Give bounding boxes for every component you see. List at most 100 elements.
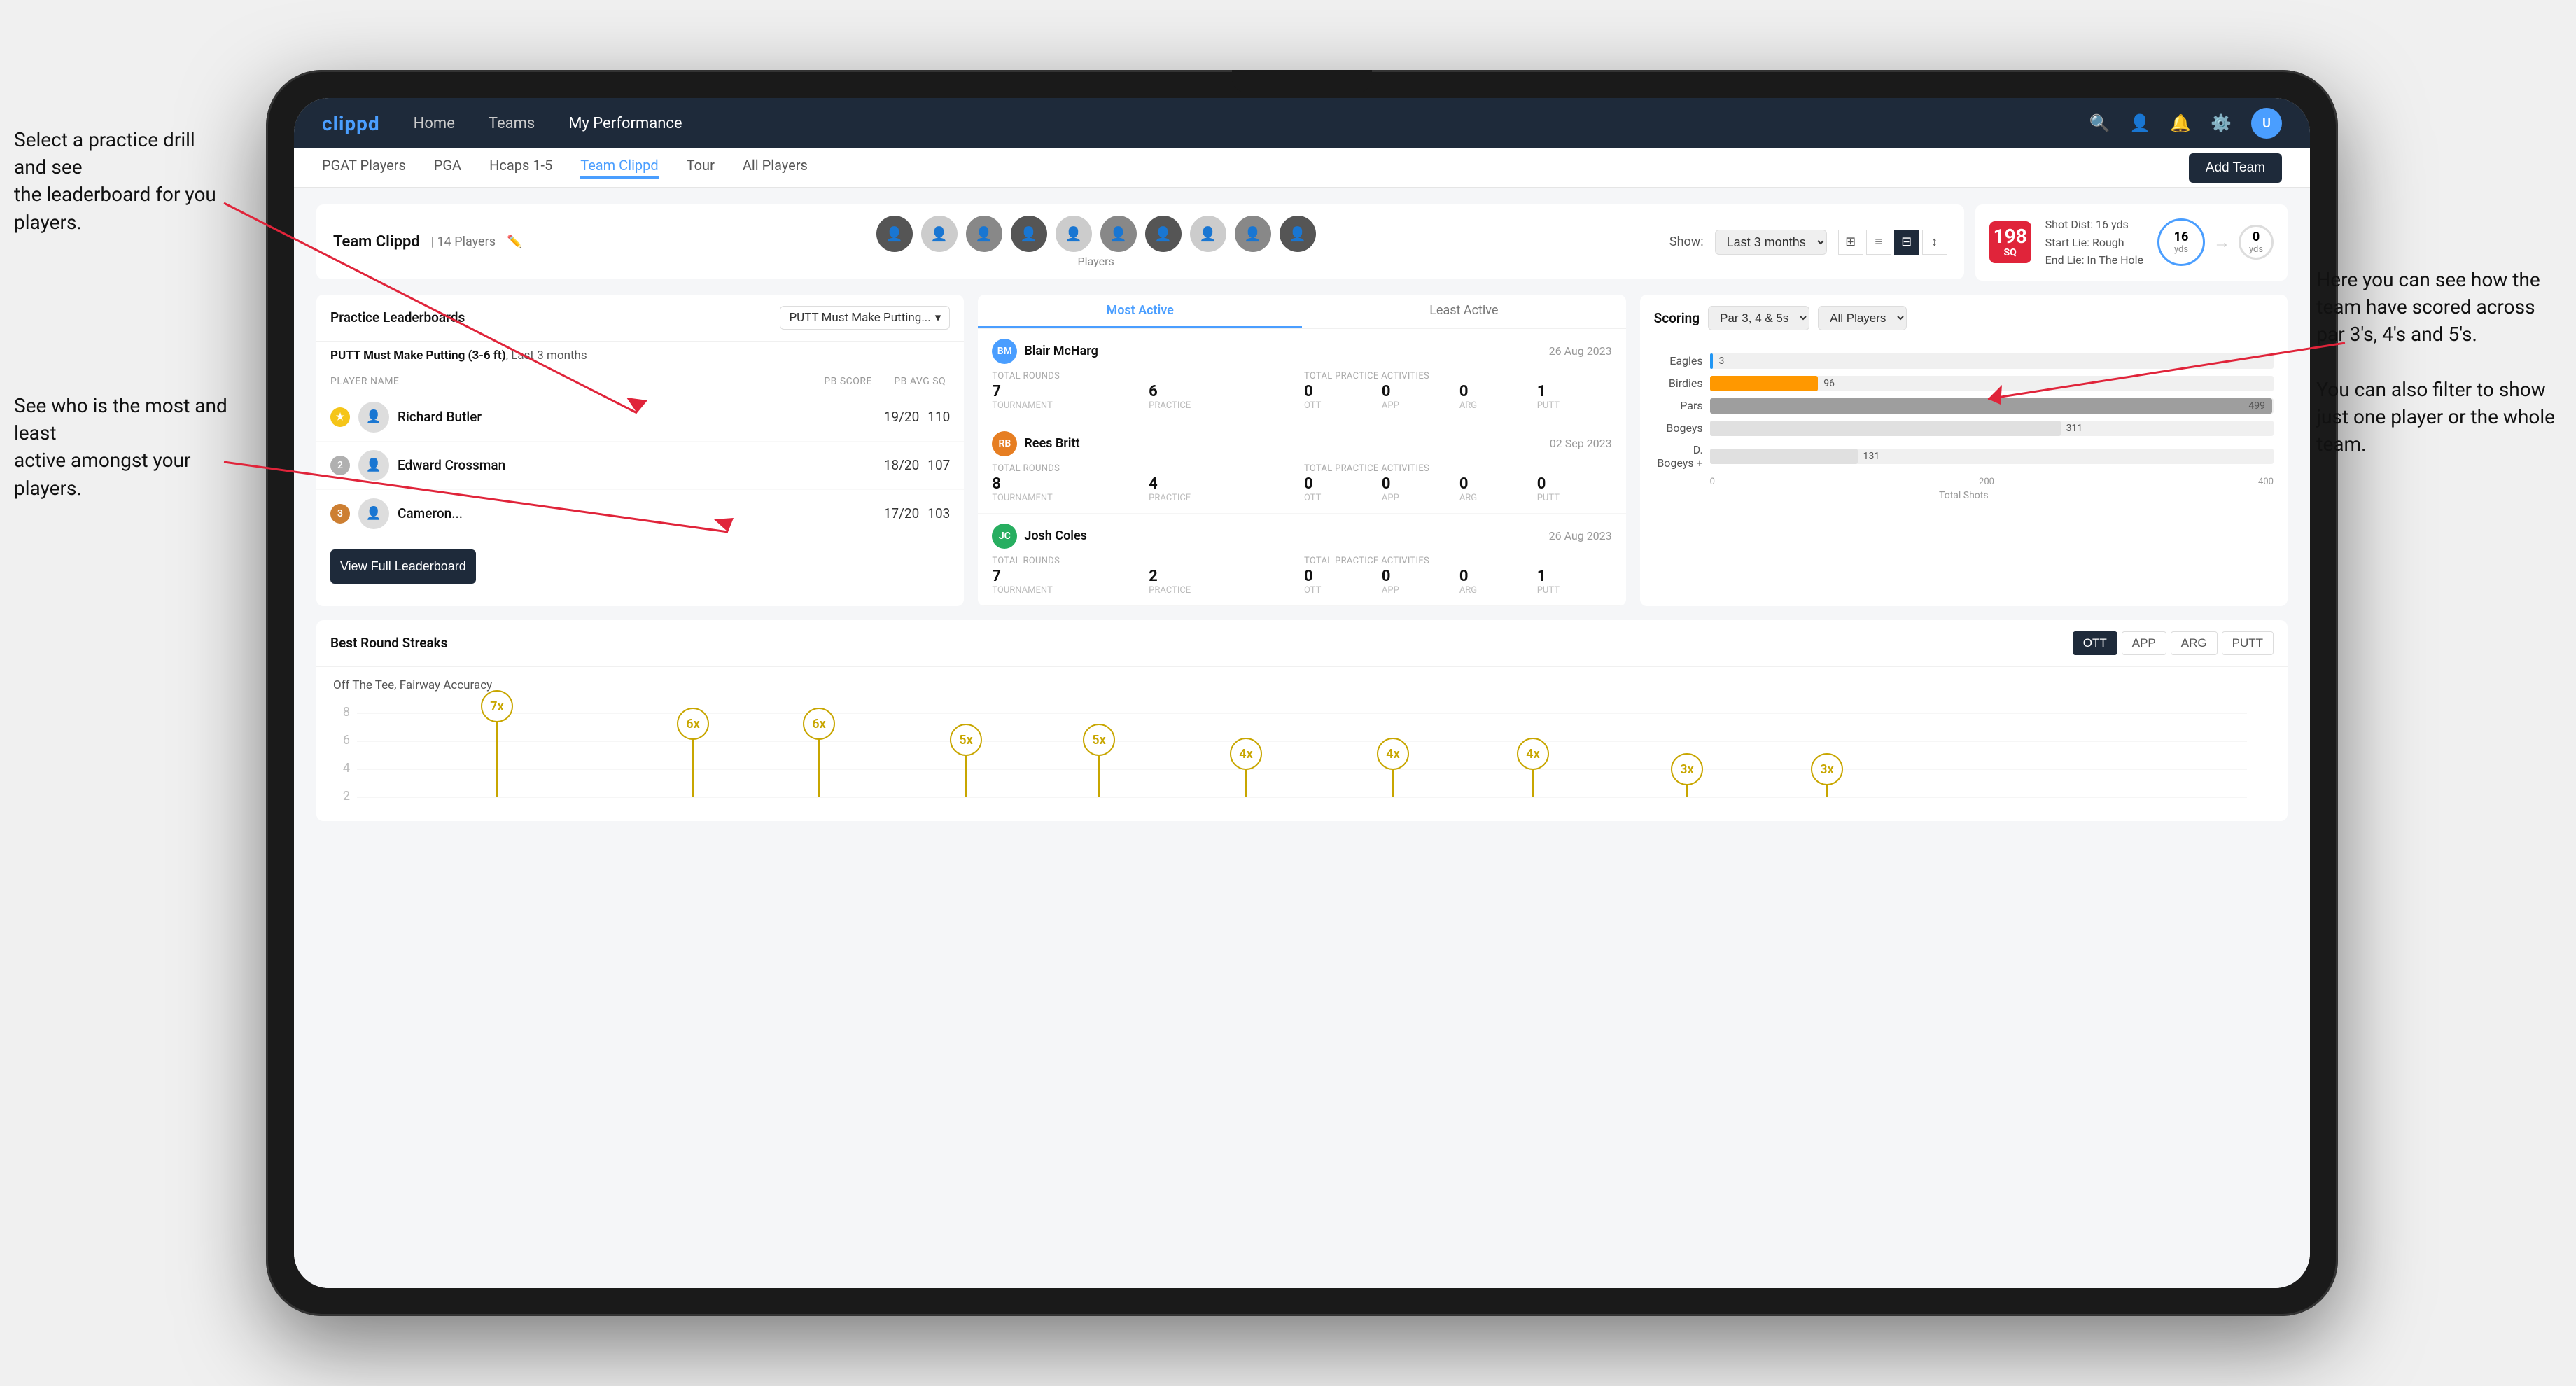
view-sort-btn[interactable]: ↕	[1922, 230, 1947, 255]
par-filter[interactable]: Par 3, 4 & 5s Par 3 Par 4 Par 5	[1708, 306, 1809, 330]
player-activity-card: JC Josh Coles 26 Aug 2023 Total Rounds 7	[978, 514, 1625, 606]
pac-rounds-label: Total Rounds	[992, 371, 1300, 382]
pac-date: 26 Aug 2023	[1549, 529, 1612, 542]
pac-activities-group: Total Practice Activities 0 OTT 0 APP	[1304, 371, 1612, 411]
player-name: Edward Crossman	[398, 457, 876, 473]
pb-score: 17/20	[884, 505, 920, 522]
player-avatar: 👤	[1235, 216, 1271, 252]
streaks-panel: Best Round Streaks OTT APP ARG PUTT Off …	[316, 620, 2288, 821]
table-row[interactable]: ★ 👤 Richard Butler 19/20 110	[316, 393, 964, 442]
panels-row: Practice Leaderboards PUTT Must Make Put…	[316, 295, 2288, 606]
player-filter[interactable]: All Players	[1818, 306, 1907, 330]
pb-avg: 103	[927, 505, 950, 522]
pac-rounds-group: Total Rounds 8 Tournament 4 Practice	[992, 463, 1300, 503]
streaks-chart: Off The Tee, Fairway Accuracy 8 6 4 2	[316, 667, 2288, 821]
nav-teams[interactable]: Teams	[489, 115, 535, 132]
svg-text:4: 4	[343, 761, 350, 776]
table-row[interactable]: 2 👤 Edward Crossman 18/20 107	[316, 442, 964, 490]
pac-tournament-val: 7	[992, 568, 1143, 585]
subnav-pga[interactable]: PGA	[434, 157, 461, 178]
subnav-tour[interactable]: Tour	[687, 157, 715, 178]
bar-track: 131	[1710, 449, 2274, 464]
pac-putt: 0	[1537, 475, 1612, 493]
bar-label: Pars	[1654, 399, 1703, 412]
tab-app[interactable]: APP	[2122, 631, 2166, 655]
pac-activities-label: Total Practice Activities	[1304, 463, 1612, 474]
table-row[interactable]: 3 👤 Cameron... 17/20 103	[316, 490, 964, 538]
player-avatar: 👤	[876, 216, 913, 252]
svg-text:5x: 5x	[1092, 733, 1105, 748]
pac-date: 26 Aug 2023	[1549, 344, 1612, 358]
shot-card: 198 SQ Shot Dist: 16 yds Start Lie: Roug…	[1975, 204, 2288, 281]
chart-x-labels: 0 200 400	[1654, 477, 2274, 487]
tab-most-active[interactable]: Most Active	[978, 295, 1302, 328]
pac-date: 02 Sep 2023	[1550, 437, 1612, 450]
pac-putt: 1	[1537, 568, 1612, 585]
pac-ott: 0	[1304, 568, 1379, 585]
view-cards-btn[interactable]: ⊟	[1894, 230, 1919, 255]
view-toggle: ⊞ ≡ ⊟ ↕	[1838, 230, 1947, 255]
people-icon[interactable]: 👤	[2129, 113, 2150, 133]
leaderboard-cols: PLAYER NAME PB SCORE PB AVG SQ	[316, 370, 964, 393]
ipad-screen: clippd Home Teams My Performance 🔍 👤 🔔 ⚙…	[294, 98, 2310, 1288]
player-avatar: 👤	[358, 402, 389, 433]
bell-icon[interactable]: 🔔	[2170, 113, 2191, 133]
subnav-team-clippd[interactable]: Team Clippd	[580, 157, 658, 178]
show-period-select[interactable]: Last 3 months Last 6 months Last year	[1715, 230, 1827, 255]
pac-tournament-val: 7	[992, 383, 1143, 400]
player-avatar: 👤	[1190, 216, 1226, 252]
player-name: Cameron...	[398, 505, 876, 522]
pac-name: Blair McHarg	[1024, 344, 1098, 358]
subnav-hcaps[interactable]: Hcaps 1-5	[489, 157, 552, 178]
pb-score: 19/20	[884, 409, 920, 425]
tab-arg[interactable]: ARG	[2171, 631, 2218, 655]
nav-my-performance[interactable]: My Performance	[568, 115, 682, 132]
main-content: Team Clippd | 14 Players ✏️ 👤 👤 👤 👤 👤 👤	[294, 188, 2310, 1288]
streaks-title: Best Round Streaks	[330, 635, 447, 651]
team-show-controls: Show: Last 3 months Last 6 months Last y…	[1670, 230, 1947, 255]
shot-circles: 16 yds → 0 yds	[2157, 218, 2274, 266]
bar-row-birdies: Birdies 96	[1654, 376, 2274, 391]
add-team-button[interactable]: Add Team	[2189, 153, 2282, 183]
chevron-down-icon: ▾	[935, 311, 941, 325]
avatar[interactable]: U	[2251, 108, 2282, 139]
streaks-tabs: OTT APP ARG PUTT	[2073, 631, 2274, 655]
tab-least-active[interactable]: Least Active	[1302, 295, 1626, 328]
streaks-svg: 8 6 4 2 7x 6x	[333, 699, 2271, 811]
settings-icon[interactable]: ⚙️	[2211, 113, 2232, 133]
bar-chart: Eagles 3 Birdies 96	[1640, 342, 2288, 512]
pac-header: RB Rees Britt 02 Sep 2023	[992, 431, 1611, 456]
bar-label: D. Bogeys +	[1654, 443, 1703, 470]
streaks-subtitle: Off The Tee, Fairway Accuracy	[333, 678, 2271, 692]
pac-rounds-group: Total Rounds 7 Tournament 6 Practice	[992, 371, 1300, 411]
panel-title: Practice Leaderboards	[330, 309, 465, 326]
annotation-left-2: See who is the most and leastactive amon…	[14, 392, 231, 502]
view-full-leaderboard-button[interactable]: View Full Leaderboard	[330, 550, 476, 584]
search-icon[interactable]: 🔍	[2089, 113, 2110, 133]
tab-ott[interactable]: OTT	[2073, 631, 2118, 655]
drill-select[interactable]: PUTT Must Make Putting... ▾	[780, 306, 950, 330]
pac-practice-label: Practice	[1149, 493, 1300, 503]
edit-icon[interactable]: ✏️	[507, 234, 522, 249]
bar-row-pars: Pars 499	[1654, 398, 2274, 414]
activity-panel: Most Active Least Active BM Blair McHarg…	[978, 295, 1625, 606]
pac-stats: Total Rounds 8 Tournament 4 Practice	[992, 463, 1611, 503]
view-list-btn[interactable]: ≡	[1866, 230, 1891, 255]
nav-home[interactable]: Home	[414, 115, 455, 132]
scoring-panel: Scoring Par 3, 4 & 5s Par 3 Par 4 Par 5 …	[1640, 295, 2288, 606]
svg-text:6: 6	[343, 733, 350, 748]
player-avatar: 👤	[358, 450, 389, 481]
pac-practice-label: Practice	[1149, 585, 1300, 596]
tab-putt[interactable]: PUTT	[2222, 631, 2274, 655]
pac-tournament-label: Tournament	[992, 585, 1143, 596]
pb-score: 18/20	[884, 457, 920, 473]
pac-ott: 0	[1304, 383, 1379, 400]
navbar-right: 🔍 👤 🔔 ⚙️ U	[2089, 108, 2282, 139]
pac-app: 0	[1382, 383, 1457, 400]
subnav-pgat[interactable]: PGAT Players	[322, 157, 406, 178]
shot-details: Shot Dist: 16 yds Start Lie: Rough End L…	[2045, 216, 2143, 270]
subnav-all-players[interactable]: All Players	[743, 157, 808, 178]
view-grid-btn[interactable]: ⊞	[1838, 230, 1863, 255]
annotation-right-1: Here you can see how theteam have scored…	[2316, 266, 2555, 458]
pac-ott: 0	[1304, 475, 1379, 493]
